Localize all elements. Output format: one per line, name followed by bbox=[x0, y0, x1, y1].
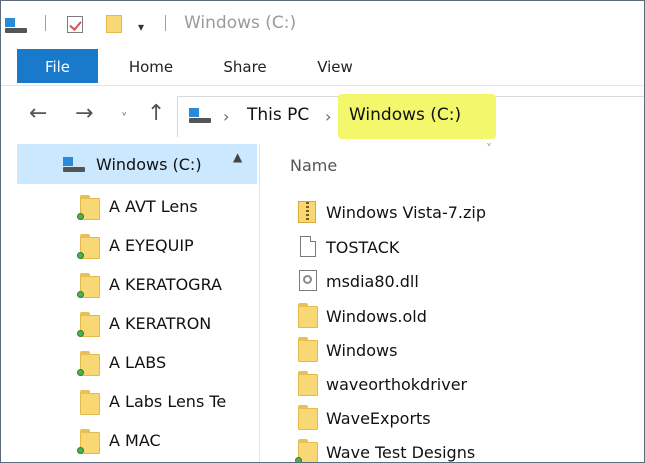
nav-item-windows-c[interactable]: Windows (C:) bbox=[1, 145, 259, 183]
nav-item-folder[interactable]: A MAC bbox=[1, 421, 259, 459]
scroll-up-icon[interactable]: ▲ bbox=[233, 150, 242, 164]
breadcrumb-chevron-icon[interactable]: › bbox=[325, 107, 331, 126]
breadcrumb-windows-c[interactable]: Windows (C:) bbox=[349, 105, 461, 125]
file-row[interactable]: msdia80.dll bbox=[260, 265, 644, 299]
folder-icon bbox=[298, 371, 318, 396]
file-row[interactable]: waveorthokdriver bbox=[260, 368, 644, 402]
tab-view[interactable]: View bbox=[307, 49, 363, 85]
tab-file[interactable]: File bbox=[17, 49, 98, 83]
nav-item-label: A LABS bbox=[109, 353, 167, 372]
nav-item-folder[interactable]: A AVT Lens bbox=[1, 187, 259, 225]
nav-item-folder[interactable]: A EYEQUIP bbox=[1, 226, 259, 264]
nav-item-label: Windows (C:) bbox=[96, 155, 202, 174]
file-row[interactable]: Wave Test Designs bbox=[260, 436, 644, 462]
file-name: waveorthokdriver bbox=[326, 375, 468, 394]
file-explorer-window: ▾ Windows (C:) File Home Share View ← → … bbox=[0, 0, 645, 463]
dll-icon bbox=[299, 270, 317, 291]
sort-chevron-icon: ˅ bbox=[486, 142, 492, 156]
file-row[interactable]: Windows bbox=[260, 334, 644, 368]
nav-item-label: A EYEQUIP bbox=[109, 236, 194, 255]
file-name: Windows Vista-7.zip bbox=[326, 203, 486, 222]
nav-item-folder[interactable]: A LABS bbox=[1, 343, 259, 381]
window-title: Windows (C:) bbox=[184, 13, 297, 33]
up-arrow-icon[interactable]: ↑ bbox=[147, 102, 165, 126]
forward-arrow-icon[interactable]: → bbox=[75, 102, 93, 126]
file-row[interactable]: Windows Vista-7.zip bbox=[260, 196, 644, 230]
title-bar: ▾ Windows (C:) bbox=[1, 1, 644, 47]
tab-home[interactable]: Home bbox=[121, 49, 181, 85]
file-row[interactable]: Windows.old bbox=[260, 300, 644, 334]
document-icon bbox=[300, 236, 316, 257]
folder-icon bbox=[298, 303, 318, 328]
file-name: Windows bbox=[326, 341, 398, 360]
drive-icon bbox=[5, 18, 27, 34]
customize-quick-access-icon[interactable]: ▾ bbox=[138, 20, 144, 34]
file-list: ˅ Name Windows Vista-7.zip TOSTACK msdia… bbox=[260, 142, 644, 462]
file-name: TOSTACK bbox=[326, 238, 400, 257]
new-folder-icon[interactable] bbox=[106, 15, 122, 33]
tab-share[interactable]: Share bbox=[215, 49, 275, 85]
address-bar-area: ← → ˅ ↑ bbox=[1, 86, 644, 144]
drive-icon bbox=[63, 157, 85, 173]
folder-icon bbox=[298, 405, 318, 430]
file-name: Windows.old bbox=[326, 307, 427, 326]
folder-icon bbox=[77, 351, 100, 376]
nav-item-folder[interactable]: A Labs Lens Te bbox=[1, 382, 259, 420]
recent-locations-chevron-icon[interactable]: ˅ bbox=[121, 108, 128, 132]
file-name: msdia80.dll bbox=[326, 272, 419, 291]
this-pc-drive-icon bbox=[189, 108, 211, 124]
back-arrow-icon[interactable]: ← bbox=[29, 102, 47, 126]
properties-icon[interactable] bbox=[67, 16, 83, 33]
folder-icon bbox=[77, 429, 100, 454]
nav-item-label: A Labs Lens Te bbox=[109, 392, 227, 411]
nav-item-label: A KERATOGRA bbox=[109, 275, 222, 294]
folder-icon bbox=[77, 195, 100, 220]
file-row[interactable]: WaveExports bbox=[260, 402, 644, 436]
navigation-pane: Windows (C:) ▲ A AVT Lens A EYEQUIP A KE… bbox=[1, 144, 259, 462]
breadcrumb-chevron-icon[interactable]: › bbox=[223, 107, 229, 126]
folder-icon bbox=[298, 337, 318, 362]
folder-icon bbox=[77, 312, 100, 337]
nav-item-label: A AVT Lens bbox=[109, 197, 198, 216]
file-row[interactable]: TOSTACK bbox=[260, 231, 644, 265]
zip-icon bbox=[298, 201, 316, 223]
column-header-name[interactable]: Name bbox=[290, 156, 337, 175]
folder-icon bbox=[80, 390, 100, 415]
nav-item-folder[interactable]: A KERATRON bbox=[1, 304, 259, 342]
nav-item-label: A MAC bbox=[109, 431, 161, 450]
nav-item-label: A KERATRON bbox=[109, 314, 212, 333]
ribbon-tabs: File Home Share View bbox=[1, 49, 644, 86]
breadcrumb-this-pc[interactable]: This PC bbox=[247, 105, 309, 125]
file-name: WaveExports bbox=[326, 409, 431, 428]
file-name: Wave Test Designs bbox=[326, 443, 476, 462]
nav-item-folder[interactable]: A KERATOGRA bbox=[1, 265, 259, 303]
folder-icon bbox=[295, 439, 318, 462]
folder-icon bbox=[77, 273, 100, 298]
folder-icon bbox=[77, 234, 100, 259]
